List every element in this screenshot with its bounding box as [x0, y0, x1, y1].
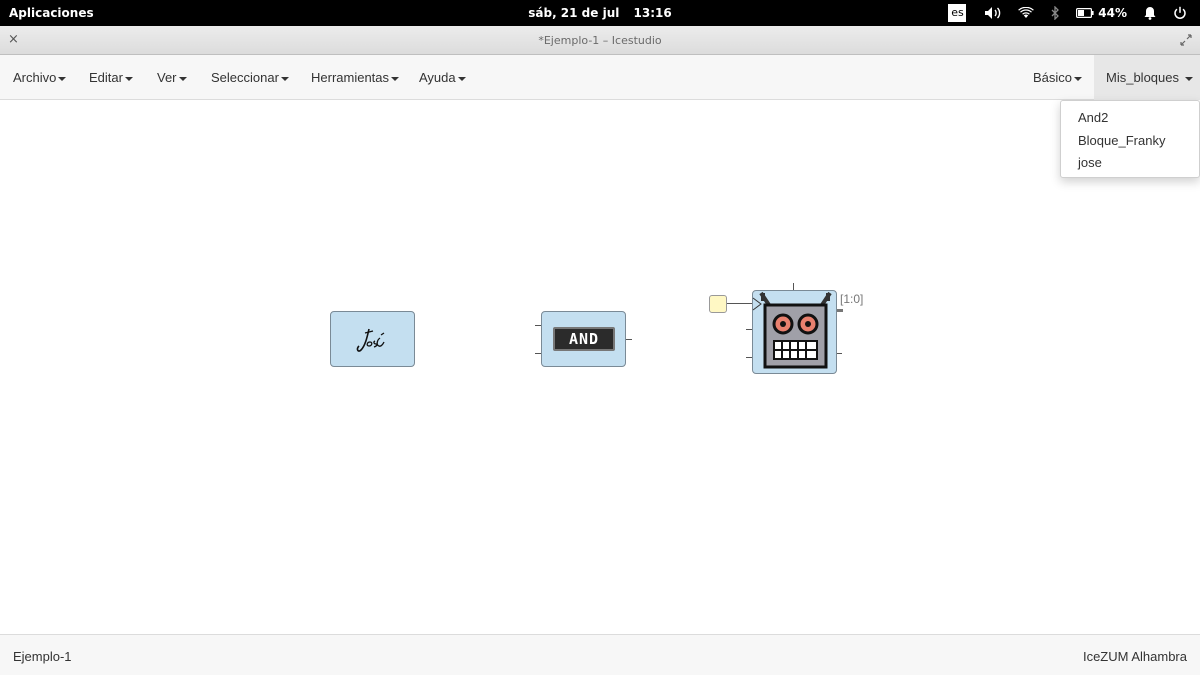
wifi-icon[interactable] [1018, 7, 1035, 19]
power-icon[interactable] [1173, 6, 1187, 20]
menu-editar[interactable]: Editar [89, 70, 133, 85]
time-label: 13:16 [633, 6, 672, 20]
chevron-down-icon [178, 76, 187, 81]
robot-icon [759, 291, 832, 369]
menu-archivo[interactable]: Archivo [13, 70, 67, 85]
chevron-down-icon [1184, 76, 1193, 81]
menu-seleccionar[interactable]: Seleccionar [211, 70, 289, 85]
menu-mis-bloques-button[interactable]: Mis_bloques [1106, 70, 1193, 85]
menu-basico[interactable]: Básico [1033, 70, 1083, 85]
date-label: sáb, 21 de jul [528, 6, 620, 20]
dropdown-item-and2[interactable]: And2 [1078, 110, 1108, 125]
battery-percent: 44% [1098, 6, 1127, 20]
menu-herramientas-label: Herramientas [311, 70, 390, 85]
menu-archivo-label: Archivo [13, 70, 57, 85]
signature-icon [356, 328, 385, 352]
dropdown-item-bloque-franky[interactable]: Bloque_Franky [1078, 133, 1165, 148]
menu-seleccionar-label: Seleccionar [211, 70, 279, 85]
menu-mis-bloques[interactable]: Mis_bloques [1094, 55, 1200, 100]
menu-ver[interactable]: Ver [157, 70, 187, 85]
dropdown-item-jose[interactable]: jose [1078, 155, 1102, 170]
menu-basico-label: Básico [1033, 70, 1073, 85]
design-canvas[interactable]: AND [1:0] [0, 101, 1200, 634]
chevron-down-icon [58, 76, 67, 81]
and2-block[interactable]: AND [541, 311, 626, 367]
menu-ayuda[interactable]: Ayuda [419, 70, 466, 85]
chevron-down-icon [1074, 76, 1083, 81]
input-wire[interactable] [727, 303, 753, 304]
system-top-bar: Aplicaciones sáb, 21 de jul 13:16 es 44% [0, 0, 1200, 26]
chevron-down-icon [124, 76, 133, 81]
menu-editar-label: Editar [89, 70, 123, 85]
restore-window-icon[interactable] [1180, 33, 1192, 51]
mis-bloques-dropdown: And2 Bloque_Franky jose [1060, 100, 1200, 178]
volume-icon[interactable] [984, 6, 1002, 20]
board-selector[interactable]: IceZUM Alhambra [1083, 649, 1187, 664]
window-title-bar: × *Ejemplo-1 – Icestudio [0, 26, 1200, 55]
menu-mis-bloques-label: Mis_bloques [1106, 70, 1179, 85]
input-port-block[interactable] [709, 295, 727, 313]
bloque-franky-block[interactable] [752, 290, 837, 374]
clock-input-triangle-icon [752, 297, 762, 311]
menu-bar: Archivo Editar Ver Seleccionar Herramien… [0, 55, 1200, 100]
window-title: *Ejemplo-1 – Icestudio [538, 34, 662, 47]
franky-output-label: [1:0] [840, 292, 864, 306]
notifications-icon[interactable] [1143, 6, 1157, 20]
project-name: Ejemplo-1 [13, 649, 72, 664]
chevron-down-icon [457, 76, 466, 81]
system-tray[interactable]: es 44% [948, 0, 1200, 26]
jose-block[interactable] [330, 311, 415, 367]
chevron-down-icon [391, 76, 400, 81]
bluetooth-icon[interactable] [1050, 6, 1060, 20]
and-gate-icon: AND [553, 327, 615, 351]
and-gate-label: AND [568, 330, 600, 348]
and2-output-port[interactable] [625, 339, 632, 340]
menu-herramientas[interactable]: Herramientas [311, 70, 400, 85]
keyboard-layout-indicator[interactable]: es [948, 4, 967, 22]
status-footer: Ejemplo-1 IceZUM Alhambra [0, 634, 1200, 675]
menu-ver-label: Ver [157, 70, 177, 85]
battery-icon [1076, 8, 1094, 18]
battery-status[interactable]: 44% [1076, 6, 1127, 20]
chevron-down-icon [280, 76, 289, 81]
menu-ayuda-label: Ayuda [419, 70, 456, 85]
